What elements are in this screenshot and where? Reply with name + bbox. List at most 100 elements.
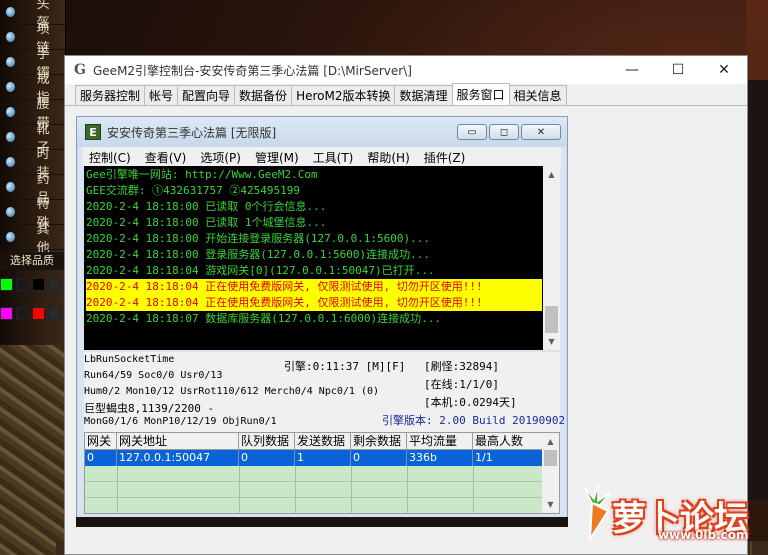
subwindow-menubar: 控制(C) 查看(V) 选项(P) 管理(M) 工具(T) 帮助(H) 插件(Z… — [83, 147, 561, 167]
log-line-warning: 2020-2-4 18:18:04 正在使用免费版网关, 仅限测试使用, 切勿开… — [86, 279, 542, 295]
tab-herom2-convert[interactable]: HeroM2版本转换 — [291, 85, 396, 105]
log-line: 2020-2-4 18:18:04 游戏网关[0](127.0.0.1:5004… — [86, 264, 435, 277]
orb-icon — [6, 82, 15, 92]
col-gateway-address[interactable]: 网关地址 — [117, 433, 239, 450]
orb-icon — [6, 232, 15, 242]
scroll-up-icon[interactable]: ▲ — [543, 166, 560, 183]
col-gateway[interactable]: 网关 — [85, 433, 117, 450]
cell-gateway: 0 — [85, 450, 117, 466]
log-line: Gee引擎唯一网站: http://Www.GeeM2.Com — [86, 168, 318, 181]
window-controls: — ☐ ✕ — [609, 56, 747, 84]
refresh-count: [刷怪:32894] — [424, 360, 499, 373]
orb-icon — [6, 157, 15, 167]
menu-help[interactable]: 帮助(H) — [367, 149, 409, 166]
console-scrollbar[interactable]: ▲ ▼ — [543, 166, 560, 350]
log-line: 2020-2-4 18:18:00 已读取 1个城堡信息... — [86, 216, 327, 229]
game-terrain — [0, 345, 66, 555]
swatch-green[interactable] — [0, 278, 13, 291]
swatch-row — [0, 278, 66, 291]
subwindow-controls: ▭ ◻ ✕ — [457, 124, 561, 140]
quality-swatches — [0, 278, 66, 336]
swatch-row — [0, 307, 66, 320]
log-line: GEE交流群: ①432631757 ②425495199 — [86, 184, 300, 197]
scroll-down-icon[interactable]: ▼ — [542, 496, 559, 513]
col-avg-traffic[interactable]: 平均流量 — [407, 433, 473, 450]
swatch-black[interactable] — [32, 278, 45, 291]
tab-service-window[interactable]: 服务窗口 — [451, 83, 510, 105]
game-menu-item-other[interactable]: 其他 — [0, 222, 66, 256]
menu-options[interactable]: 选项(P) — [200, 149, 241, 166]
tab-data-backup[interactable]: 数据备份 — [234, 85, 293, 105]
table-row[interactable]: 0 127.0.0.1:50047 0 1 0 336b 1/1 — [85, 450, 543, 466]
cell-queue: 0 — [239, 450, 295, 466]
orb-icon — [6, 57, 15, 67]
tab-data-cleanup[interactable]: 数据清理 — [394, 85, 453, 105]
local-uptime: [本机:0.0294天] — [424, 396, 517, 409]
swatch-magenta[interactable] — [0, 307, 13, 320]
scroll-thumb[interactable] — [544, 450, 557, 466]
subwindow-title: 安安传奇第三季心法篇 [无限版] — [107, 125, 277, 140]
window-title: GeeM2引擎控制台-安安传奇第三季心法篇 [D:\MirServer\] — [93, 63, 412, 78]
cell-address: 127.0.0.1:50047 — [117, 450, 239, 466]
table-empty-area — [85, 466, 542, 513]
close-button[interactable]: ✕ — [701, 56, 747, 84]
log-line: 2020-2-4 18:18:00 登录服务器(127.0.0.1:5600)连… — [86, 248, 431, 261]
maximize-button[interactable]: ☐ — [655, 56, 701, 84]
main-tabs: 服务器控制 帐号 配置向导 数据备份 HeroM2版本转换 数据清理 服务窗口 … — [65, 83, 747, 106]
orb-icon — [6, 132, 15, 142]
cell-remaining: 0 — [351, 450, 407, 466]
swatch-dark[interactable] — [16, 307, 29, 320]
menu-tools[interactable]: 工具(T) — [313, 149, 354, 166]
forum-logo: 萝卜论坛 www.0lb.com — [570, 485, 760, 545]
carrot-icon — [583, 485, 611, 541]
status-socket-time: LbRunSocketTime — [84, 354, 175, 365]
engine-icon: E — [85, 124, 101, 140]
online-count: [在线:1/1/0] — [424, 378, 499, 391]
status-mong: MonG0/1/6 MonP10/12/19 ObjRun0/1 — [84, 416, 277, 427]
scroll-down-icon[interactable]: ▼ — [543, 333, 560, 350]
orb-icon — [6, 182, 15, 192]
swatch-dark[interactable] — [48, 307, 61, 320]
log-console[interactable]: Gee引擎唯一网站: http://Www.GeeM2.Com GEE交流群: … — [84, 166, 560, 350]
subwindow-minimize-button[interactable]: ▭ — [457, 124, 487, 140]
app-logo-icon: G — [74, 62, 86, 78]
menu-manage[interactable]: 管理(M) — [255, 149, 299, 166]
log-line: 2020-2-4 18:18:00 开始连接登录服务器(127.0.0.1:56… — [86, 232, 431, 245]
gateway-table: 网关 网关地址 队列数据 发送数据 剩余数据 平均流量 最高人数 0 127.0… — [84, 432, 560, 514]
game-item-menu: 头盔 项链 手镯 戒指 腰带 靴子 时装 药品 特殊 其他 — [0, 0, 66, 256]
subwindow-close-button[interactable]: ✕ — [521, 124, 561, 140]
tab-related-info[interactable]: 相关信息 — [508, 85, 567, 105]
select-quality-label: 选择品质 — [0, 252, 66, 270]
table-header: 网关 网关地址 队列数据 发送数据 剩余数据 平均流量 最高人数 — [85, 433, 559, 450]
orb-icon — [6, 32, 15, 42]
orb-icon — [6, 207, 15, 217]
menu-control[interactable]: 控制(C) — [89, 149, 131, 166]
col-max-users[interactable]: 最高人数 — [473, 433, 543, 450]
swatch-red[interactable] — [32, 307, 45, 320]
subwindow-maximize-button[interactable]: ◻ — [489, 124, 519, 140]
col-send-data[interactable]: 发送数据 — [295, 433, 351, 450]
cell-max-users: 1/1 — [473, 450, 543, 466]
logo-url: www.0lb.com — [658, 528, 749, 542]
tab-config-wizard[interactable]: 配置向导 — [177, 85, 236, 105]
subwindow-title-bar[interactable]: E 安安传奇第三季心法篇 [无限版] ▭ ◻ ✕ — [77, 117, 567, 147]
subwindow-bottom-edge — [76, 517, 568, 527]
scroll-thumb[interactable] — [545, 306, 558, 333]
swatch-dark[interactable] — [16, 278, 29, 291]
menu-plugins[interactable]: 插件(Z) — [424, 149, 466, 166]
tab-account[interactable]: 帐号 — [144, 85, 179, 105]
tab-server-control[interactable]: 服务器控制 — [75, 85, 146, 105]
scroll-up-icon[interactable]: ▲ — [542, 433, 559, 450]
swatch-dark[interactable] — [48, 278, 61, 291]
cell-avg-traffic: 336b — [407, 450, 473, 466]
minimize-button[interactable]: — — [609, 56, 655, 84]
col-queue-data[interactable]: 队列数据 — [239, 433, 295, 450]
col-remaining-data[interactable]: 剩余数据 — [351, 433, 407, 450]
log-line: 2020-2-4 18:18:00 已读取 0个行会信息... — [86, 200, 327, 213]
status-run: Run64/59 Soc0/0 Usr0/13 — [84, 370, 223, 381]
title-bar[interactable]: G GeeM2引擎控制台-安安传奇第三季心法篇 [D:\MirServer\] … — [65, 56, 747, 84]
menu-view[interactable]: 查看(V) — [145, 149, 187, 166]
table-scrollbar[interactable]: ▲ ▼ — [542, 433, 559, 513]
status-monster: 巨型蝎虫8,1139/2200 - — [84, 402, 215, 415]
engine-uptime: 引擎:0:11:37 [M][F] — [284, 360, 406, 373]
